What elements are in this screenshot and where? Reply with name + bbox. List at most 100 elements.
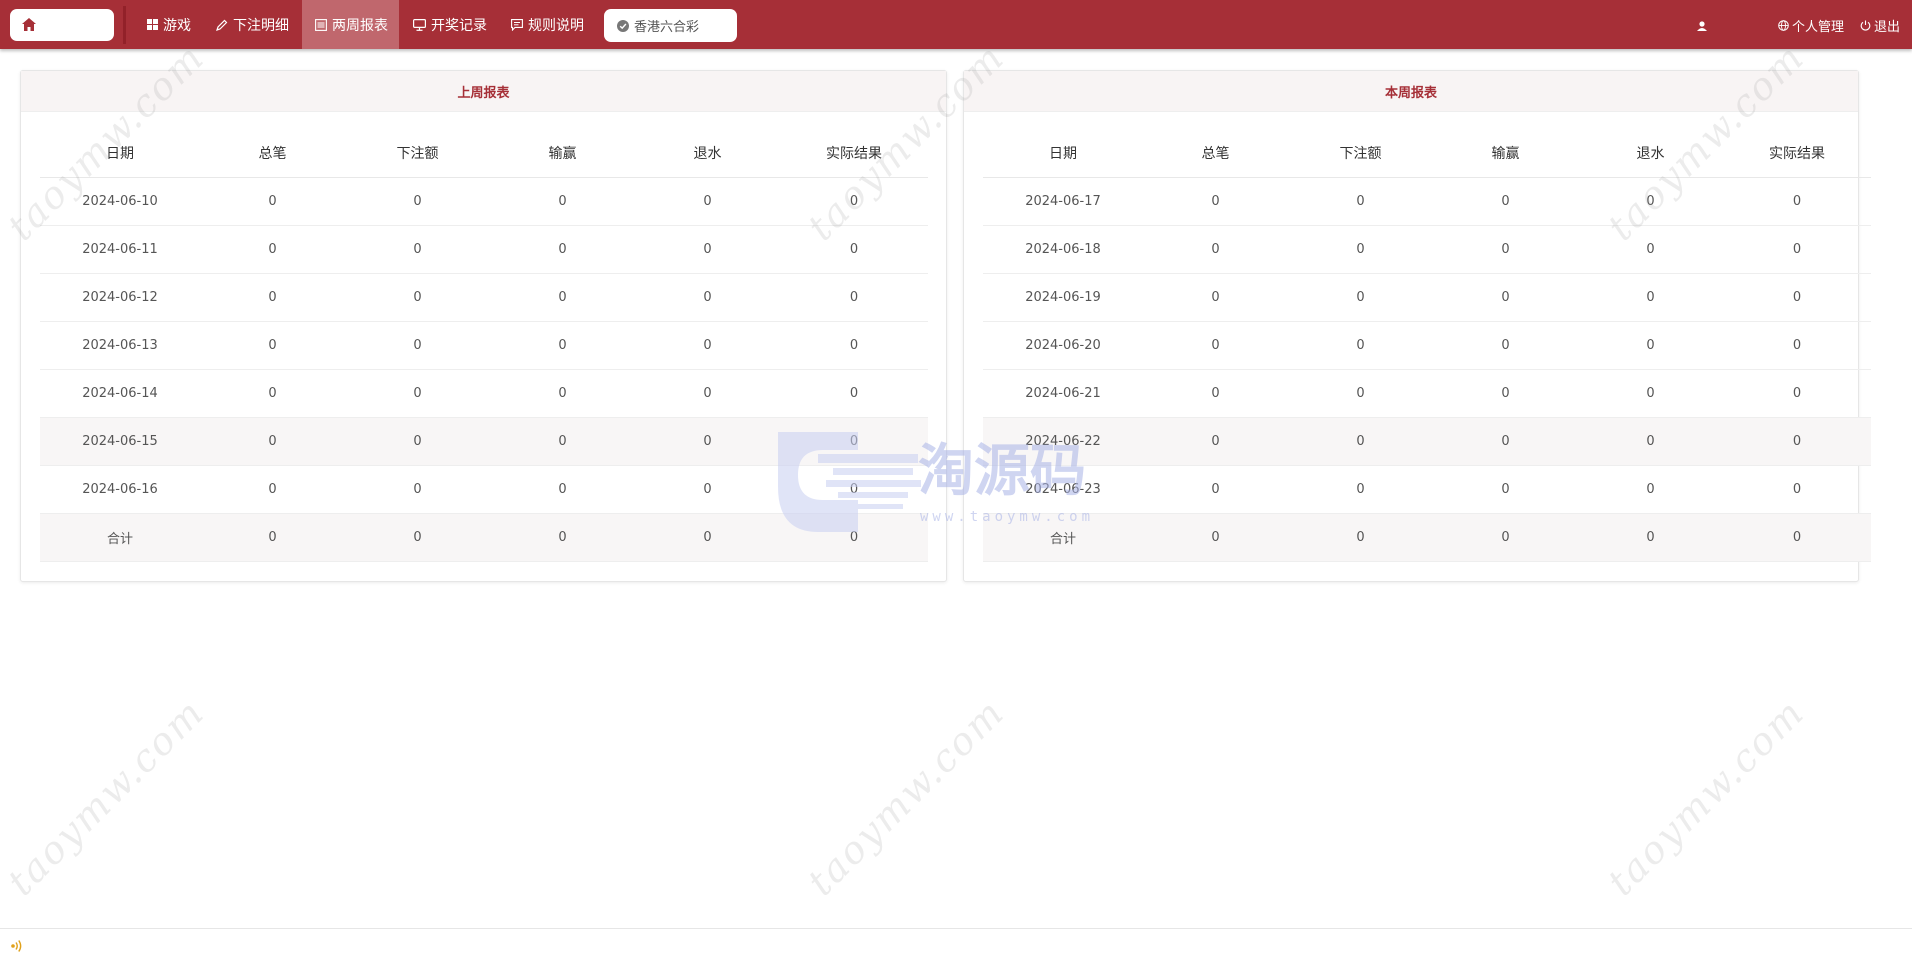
value-cell: 0 xyxy=(1578,225,1723,274)
date-cell: 2024-06-19 xyxy=(983,273,1143,322)
nav-label: 两周报表 xyxy=(332,17,388,34)
date-cell: 2024-06-23 xyxy=(983,465,1143,514)
lottery-selector[interactable]: 香港六合彩 xyxy=(604,9,737,42)
table-row: 2024-06-17 0 0 0 0 0 xyxy=(983,177,1871,226)
table-row: 2024-06-20 0 0 0 0 0 xyxy=(983,321,1871,370)
pencil-icon xyxy=(216,19,228,31)
value-cell: 0 xyxy=(345,321,490,370)
total-cell: 0 xyxy=(1433,513,1578,562)
date-cell: 2024-06-21 xyxy=(983,369,1143,418)
value-cell: 0 xyxy=(345,225,490,274)
value-cell: 0 xyxy=(1578,465,1723,514)
check-circle-icon xyxy=(617,19,629,32)
nav-divider xyxy=(123,6,126,44)
total-cell: 0 xyxy=(490,513,635,562)
value-cell: 0 xyxy=(200,177,345,226)
nav-item-bet-details[interactable]: 下注明细 xyxy=(216,0,289,49)
value-cell: 0 xyxy=(490,273,635,322)
table-row: 2024-06-15 0 0 0 0 0 xyxy=(40,417,928,466)
value-cell: 0 xyxy=(200,273,345,322)
value-cell: 0 xyxy=(635,465,780,514)
value-cell: 0 xyxy=(1578,273,1723,322)
value-cell: 0 xyxy=(1433,465,1578,514)
date-cell: 2024-06-14 xyxy=(40,369,200,418)
date-cell: 2024-06-10 xyxy=(40,177,200,226)
total-label: 合计 xyxy=(983,513,1143,562)
value-cell: 0 xyxy=(780,321,928,370)
personal-management-link[interactable]: 个人管理 xyxy=(1778,0,1844,51)
value-cell: 0 xyxy=(780,273,928,322)
column-header: 输赢 xyxy=(490,128,635,178)
value-cell: 0 xyxy=(345,177,490,226)
value-cell: 0 xyxy=(200,417,345,466)
value-cell: 0 xyxy=(1723,369,1871,418)
date-cell: 2024-06-22 xyxy=(983,417,1143,466)
value-cell: 0 xyxy=(1143,273,1288,322)
watermark-text: taoymw.com xyxy=(0,690,213,904)
table-row: 2024-06-23 0 0 0 0 0 xyxy=(983,465,1871,514)
value-cell: 0 xyxy=(490,465,635,514)
value-cell: 0 xyxy=(635,417,780,466)
total-row: 合计 0 0 0 0 0 xyxy=(40,513,928,562)
date-cell: 2024-06-13 xyxy=(40,321,200,370)
watermark-text: taoymw.com xyxy=(1598,690,1813,904)
value-cell: 0 xyxy=(490,369,635,418)
home-icon xyxy=(22,18,36,31)
value-cell: 0 xyxy=(345,273,490,322)
value-cell: 0 xyxy=(1433,417,1578,466)
user-avatar-button[interactable] xyxy=(1697,0,1710,51)
total-cell: 0 xyxy=(200,513,345,562)
personal-management-label: 个人管理 xyxy=(1792,20,1845,35)
panel-title: 本周报表 xyxy=(964,71,1858,112)
value-cell: 0 xyxy=(1433,225,1578,274)
comment-icon xyxy=(511,18,523,31)
value-cell: 0 xyxy=(635,225,780,274)
value-cell: 0 xyxy=(1723,273,1871,322)
table-row: 2024-06-16 0 0 0 0 0 xyxy=(40,465,928,514)
value-cell: 0 xyxy=(1578,369,1723,418)
column-header: 日期 xyxy=(983,128,1143,178)
bottom-bar xyxy=(0,928,1912,967)
value-cell: 0 xyxy=(490,177,635,226)
speaker-icon[interactable] xyxy=(10,938,24,954)
value-cell: 0 xyxy=(1143,465,1288,514)
value-cell: 0 xyxy=(1433,273,1578,322)
watermark-text: taoymw.com xyxy=(798,690,1013,904)
table-row: 2024-06-12 0 0 0 0 0 xyxy=(40,273,928,322)
value-cell: 0 xyxy=(1143,369,1288,418)
table-row: 2024-06-11 0 0 0 0 0 xyxy=(40,225,928,274)
value-cell: 0 xyxy=(345,465,490,514)
globe-icon xyxy=(1778,20,1789,31)
total-cell: 0 xyxy=(345,513,490,562)
user-icon xyxy=(1697,20,1707,31)
nav-item-games[interactable]: 游戏 xyxy=(147,0,191,49)
home-button[interactable] xyxy=(10,9,114,41)
grid-icon xyxy=(147,19,158,30)
value-cell: 0 xyxy=(1288,417,1433,466)
top-nav-bar: 游戏 下注明细 两周报表 开奖记录 规则说明 香港六合彩 个人管理 退出 xyxy=(0,0,1912,49)
value-cell: 0 xyxy=(780,177,928,226)
date-cell: 2024-06-20 xyxy=(983,321,1143,370)
total-cell: 0 xyxy=(780,513,928,562)
logout-link[interactable]: 退出 xyxy=(1860,0,1900,51)
panel-title: 上周报表 xyxy=(21,71,946,112)
table-row: 2024-06-22 0 0 0 0 0 xyxy=(983,417,1871,466)
column-header: 实际结果 xyxy=(1723,128,1871,178)
date-cell: 2024-06-11 xyxy=(40,225,200,274)
value-cell: 0 xyxy=(1433,321,1578,370)
value-cell: 0 xyxy=(1143,177,1288,226)
total-cell: 0 xyxy=(1288,513,1433,562)
value-cell: 0 xyxy=(1288,273,1433,322)
value-cell: 0 xyxy=(635,369,780,418)
value-cell: 0 xyxy=(1143,321,1288,370)
nav-item-two-week-report[interactable]: 两周报表 xyxy=(302,0,399,49)
value-cell: 0 xyxy=(780,465,928,514)
table-row: 2024-06-21 0 0 0 0 0 xyxy=(983,369,1871,418)
nav-item-rules[interactable]: 规则说明 xyxy=(511,0,584,49)
value-cell: 0 xyxy=(1723,465,1871,514)
total-cell: 0 xyxy=(635,513,780,562)
nav-item-draw-records[interactable]: 开奖记录 xyxy=(413,0,487,49)
date-cell: 2024-06-17 xyxy=(983,177,1143,226)
column-header: 总笔 xyxy=(200,128,345,178)
total-cell: 0 xyxy=(1578,513,1723,562)
